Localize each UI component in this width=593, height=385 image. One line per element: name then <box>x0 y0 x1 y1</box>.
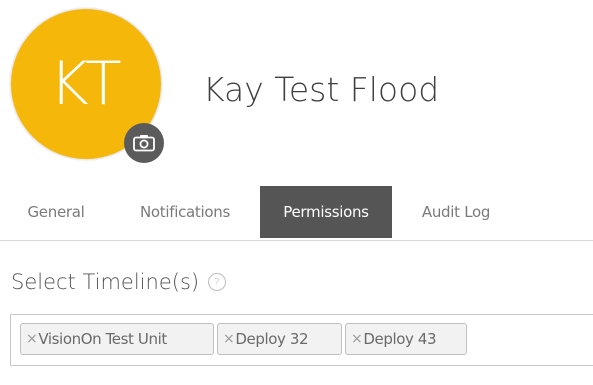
timeline-multiselect[interactable]: × VisionOn Test Unit × Deploy 32 × Deplo… <box>10 314 593 366</box>
timeline-chip: × VisionOn Test Unit <box>20 323 214 355</box>
tab-audit-log[interactable]: Audit Log <box>406 186 506 238</box>
avatar-initials: KT <box>49 49 123 119</box>
user-name: Kay Test Flood <box>203 70 440 109</box>
profile-tabs: General Notifications Permissions Audit … <box>0 186 593 241</box>
timeline-chip-label: VisionOn Test Unit <box>38 330 167 348</box>
timeline-chip: × Deploy 32 <box>217 323 342 355</box>
question-circle-icon[interactable]: ? <box>208 273 227 291</box>
profile-avatar-container: KT <box>10 8 164 163</box>
timeline-chip-label: Deploy 43 <box>363 330 437 348</box>
change-photo-button[interactable] <box>124 123 164 163</box>
remove-chip-icon[interactable]: × <box>223 331 235 347</box>
tab-permissions[interactable]: Permissions <box>260 186 392 238</box>
remove-chip-icon[interactable]: × <box>26 331 38 347</box>
remove-chip-icon[interactable]: × <box>351 331 363 347</box>
camera-icon <box>133 135 155 152</box>
tab-general[interactable]: General <box>16 186 96 238</box>
timeline-chip-label: Deploy 32 <box>235 330 309 348</box>
select-timeline-label: Select Timeline(s) <box>11 270 200 294</box>
timeline-chip: × Deploy 43 <box>345 323 467 355</box>
select-timeline-heading: Select Timeline(s) ? <box>11 270 227 294</box>
tab-notifications[interactable]: Notifications <box>124 186 246 238</box>
